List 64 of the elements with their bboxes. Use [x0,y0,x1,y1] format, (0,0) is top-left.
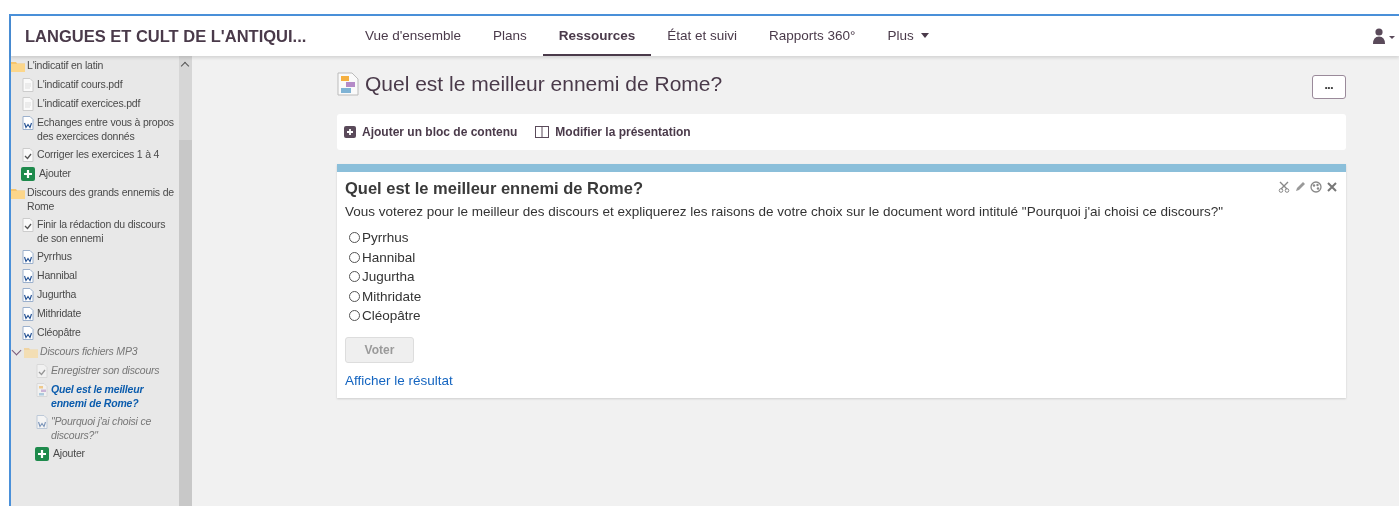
tree-item[interactable]: Discours des grands ennemis de Rome [11,183,179,215]
word-document-icon [21,250,35,264]
close-icon[interactable] [1326,181,1338,193]
poll-description: Vous voterez pour le meilleur des discours et expliquerez les raisons de votre choix sur le document word intitulé "Pourquoi j'ai choisi ce discours?" [345,204,1225,219]
nav-tab[interactable]: Vue d'ensemble [349,16,477,56]
plus-icon [35,447,49,461]
checked-document-icon [21,218,35,232]
word-document-icon [21,326,35,340]
tree-item[interactable]: Finir la rédaction du discours de son ennemi [11,215,179,247]
tree-item[interactable]: Ajouter [11,444,179,463]
show-result-link[interactable]: Afficher le résultat [345,372,453,388]
tree-item[interactable]: Jugurtha [11,285,179,304]
tree-item[interactable]: Quel est le meilleur ennemi de Rome? [11,380,179,412]
pencil-icon[interactable] [1294,181,1306,193]
tree-item[interactable]: Pyrrhus [11,247,179,266]
document-icon [21,78,35,92]
plus-icon [21,167,35,181]
radio-option[interactable]: Cléopâtre [349,306,1338,326]
tree-item[interactable]: Enregistrer son discours [11,361,179,380]
toolbar-button[interactable]: Ajouter un bloc de contenu [344,125,518,139]
tree-item[interactable]: Hannibal [11,266,179,285]
palette-icon[interactable] [1310,181,1322,193]
tree-item[interactable]: L'indicatif exercices.pdf [11,94,179,113]
document-icon [21,97,35,111]
nav-tab[interactable]: Ressources [542,16,652,56]
nav-tab[interactable]: État et suivi [651,16,753,56]
tree-item[interactable]: Corriger les exercices 1 à 4 [11,145,179,164]
folder-icon [24,345,38,359]
checked-document-icon [21,148,35,162]
nav-tab[interactable]: Plans [476,16,543,56]
radio-option[interactable]: Hannibal [349,247,1338,267]
site-title[interactable]: LANGUES ET CULT DE L'ANTIQUI... [25,26,349,46]
folder-icon [11,59,25,73]
tree-item[interactable]: L'indicatif en latin [11,56,179,75]
radio-option[interactable]: Jugurtha [349,267,1338,287]
page-layout-icon [35,383,49,397]
nav-tab[interactable]: Rapports 360° [753,16,872,56]
page-title: Quel est le meilleur ennemi de Rome? [365,72,723,96]
word-document-icon [21,307,35,321]
tree-item[interactable]: Ajouter [11,164,179,183]
word-document-icon [21,288,35,302]
user-icon [1373,28,1397,44]
columns-icon [535,126,550,138]
word-document-icon [21,269,35,283]
nav-tab[interactable]: Plus [871,16,945,56]
tree-item[interactable]: L'indicatif cours.pdf [11,75,179,94]
scissors-icon[interactable] [1278,181,1290,193]
tree-item[interactable]: Discours fichiers MP3 [11,342,179,361]
folder-icon [11,186,25,200]
more-button[interactable]: ••• [1312,75,1346,99]
radio-option[interactable]: Mithridate [349,286,1338,306]
tree-item[interactable]: Mithridate [11,304,179,323]
toolbar-button[interactable]: Modifier la présentation [535,125,691,139]
checked-document-icon [35,364,49,378]
radio-option[interactable]: Pyrrhus [349,228,1338,248]
word-document-icon [21,116,35,130]
word-document-icon [35,415,49,429]
poll-title: Quel est le meilleur ennemi de Rome? [345,179,643,198]
scrollbar[interactable] [179,56,192,506]
tree-item[interactable]: Cléopâtre [11,323,179,342]
tree-item[interactable]: Echanges entre vous à propos des exercices donnés [11,113,179,145]
page-layout-icon [337,72,359,96]
tree-item[interactable]: "Pourquoi j'ai choisi ce discours?" [11,412,179,444]
plus-icon [344,126,356,138]
